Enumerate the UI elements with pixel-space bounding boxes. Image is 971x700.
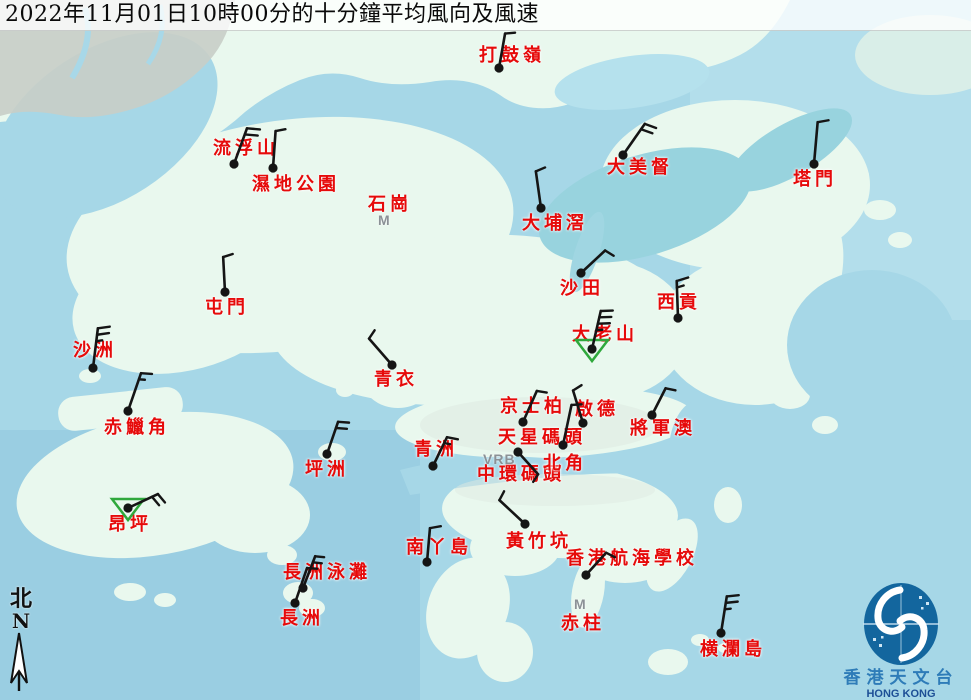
compass-needle-icon: [6, 631, 36, 693]
station-label-cheung-chau-beach: 長洲泳灘: [283, 564, 371, 583]
annotation-shek-kong-flag: M: [378, 213, 391, 227]
station-label-kai-tak: 啟德: [575, 401, 619, 420]
station-label-tap-mun: 塔門: [793, 171, 837, 190]
station-label-stanley: 赤柱: [561, 615, 605, 634]
station-label-wetland-park: 濕地公園: [252, 176, 340, 195]
title-bar: 2022年11月01日10時00分的十分鐘平均風向及風速: [0, 0, 971, 31]
compass-north-letter: N: [6, 611, 36, 631]
annotation-stanley-flag: M: [574, 597, 587, 611]
station-label-tai-mei-tuk: 大美督: [607, 159, 673, 178]
station-label-ta-kwu-ling: 打鼓嶺: [479, 47, 545, 66]
station-label-sha-chau: 沙洲: [73, 342, 117, 361]
wind-map-screenshot: 打鼓嶺流浮山濕地公園石崗大美督塔門大埔滘屯門沙田西貢大老山沙洲青衣赤鱲角京士柏啟…: [0, 0, 971, 700]
station-label-tates-cairn: 大老山: [572, 326, 638, 345]
compass-north-chinese: 北: [6, 588, 36, 611]
station-label-star-ferry-pier: 天星碼頭: [498, 429, 586, 448]
station-label-lau-fau-shan: 流浮山: [213, 140, 279, 159]
north-compass: 北 N: [6, 588, 36, 697]
station-label-north-point: 北角: [543, 455, 587, 474]
station-label-cheung-chau: 長洲: [280, 610, 324, 629]
station-label-chek-lap-kok: 赤鱲角: [104, 419, 170, 438]
hko-logo-name-chinese: 香港天文台: [831, 668, 971, 688]
station-label-waglan-island: 横瀾島: [700, 641, 766, 660]
hko-logo: 香港天文台 HONG KONG OBSERVATORY: [831, 580, 971, 700]
station-label-kings-park: 京士柏: [500, 398, 566, 417]
station-label-wong-chuk-hang: 黃竹坑: [506, 533, 572, 552]
hko-logo-name-english: HONG KONG OBSERVATORY: [831, 688, 971, 700]
hko-logo-mark-icon: [831, 580, 971, 666]
station-label-sha-tin: 沙田: [560, 280, 604, 299]
annotation-central-pier-flag: VRB: [483, 452, 516, 466]
station-label-tsing-yi: 青衣: [374, 371, 418, 390]
station-label-peng-chau: 坪洲: [305, 461, 349, 480]
station-label-tai-po-kau: 大埔滘: [522, 215, 588, 234]
station-label-tuen-mun: 屯門: [205, 299, 249, 318]
station-label-ngong-ping: 昂坪: [108, 516, 152, 535]
station-label-green-island: 青洲: [414, 441, 458, 460]
map-title: 2022年11月01日10時00分的十分鐘平均風向及風速: [0, 0, 971, 29]
station-label-hk-sea-school: 香港航海學校: [566, 550, 698, 569]
station-label-lamma-island: 南丫島: [406, 539, 472, 558]
stations-layer: 打鼓嶺流浮山濕地公園石崗大美督塔門大埔滘屯門沙田西貢大老山沙洲青衣赤鱲角京士柏啟…: [0, 0, 971, 700]
station-label-sai-kung: 西貢: [657, 294, 701, 313]
station-label-tseung-kwan-o: 將軍澳: [630, 420, 696, 439]
